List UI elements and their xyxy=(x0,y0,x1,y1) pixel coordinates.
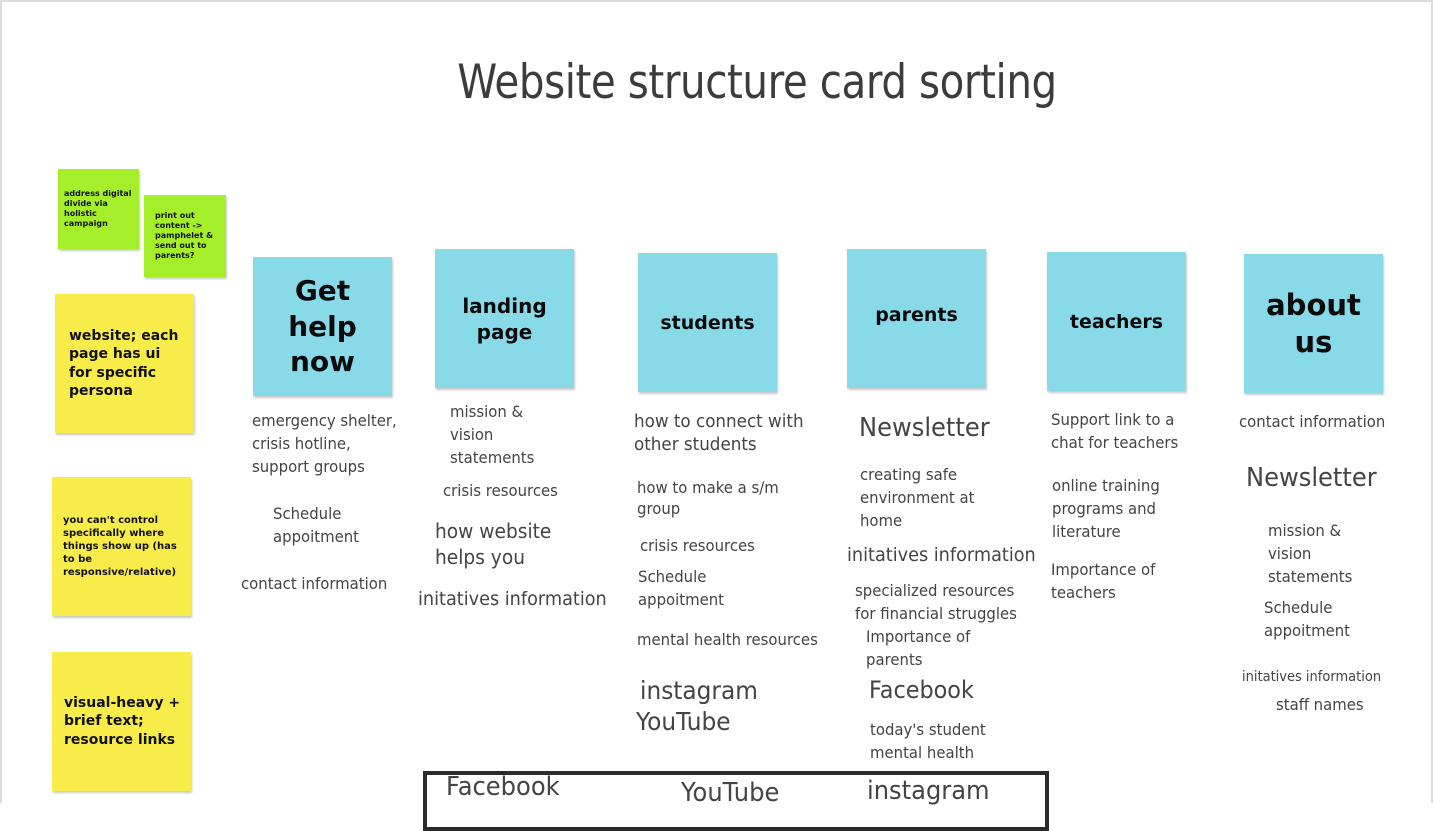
card-item[interactable]: instagram xyxy=(867,775,990,809)
note-yellow-persona[interactable]: website; each page has ui for specific p… xyxy=(55,294,194,433)
card-item[interactable]: mission & vision statements xyxy=(450,400,534,470)
note-green-print-out[interactable]: print out content -> pamphelet & send ou… xyxy=(144,195,226,277)
category-label: students xyxy=(660,311,755,334)
card-item[interactable]: Support link to a chat for teachers xyxy=(1051,408,1178,454)
category-label: about us xyxy=(1266,288,1361,359)
category-label: landing page xyxy=(462,293,547,344)
card-item[interactable]: crisis resources xyxy=(640,536,755,557)
card-item[interactable]: how to connect with other students xyxy=(634,410,804,457)
card-item[interactable]: today's student mental health xyxy=(870,718,986,764)
card-item[interactable]: creating safe environment at home xyxy=(860,463,974,533)
card-item[interactable]: Importance of parents xyxy=(866,625,970,671)
card-item[interactable]: how to make a s/m group xyxy=(637,478,779,520)
category-parents[interactable]: parents xyxy=(847,249,986,388)
category-teachers[interactable]: teachers xyxy=(1047,252,1186,391)
card-item[interactable]: Schedule appoitment xyxy=(1264,596,1350,642)
card-item[interactable]: contact information xyxy=(241,574,387,595)
card-item[interactable]: Facebook xyxy=(446,771,560,805)
card-item[interactable]: Newsletter xyxy=(859,412,990,446)
category-label: parents xyxy=(875,303,958,326)
card-item[interactable]: YouTube xyxy=(681,777,779,811)
card-item[interactable]: Schedule appoitment xyxy=(273,502,359,548)
category-label: Get help now xyxy=(288,273,357,379)
card-item[interactable]: Schedule appoitment xyxy=(638,565,724,611)
slide-canvas: Website structure card sorting address d… xyxy=(0,0,1433,831)
note-text: print out content -> pamphelet & send ou… xyxy=(155,211,214,260)
note-yellow-responsive[interactable]: you can't control specifically where thi… xyxy=(52,477,191,616)
card-item[interactable]: YouTube xyxy=(636,706,731,739)
card-item[interactable]: mental health resources xyxy=(637,630,818,651)
card-item[interactable]: specialized resources for financial stru… xyxy=(855,579,1017,625)
card-item[interactable]: how website helps you xyxy=(435,518,551,570)
category-landing-page[interactable]: landing page xyxy=(435,249,574,388)
card-item[interactable]: contact information xyxy=(1239,412,1385,433)
note-text: address digital divide via holistic camp… xyxy=(64,189,132,228)
note-green-digital-divide[interactable]: address digital divide via holistic camp… xyxy=(58,169,139,249)
card-item[interactable]: initatives information xyxy=(418,587,607,612)
note-yellow-visual-heavy[interactable]: visual-heavy + brief text; resource link… xyxy=(52,652,191,791)
category-label: teachers xyxy=(1069,310,1164,333)
note-text: website; each page has ui for specific p… xyxy=(69,328,179,399)
card-item[interactable]: staff names xyxy=(1276,695,1364,716)
card-item[interactable]: initatives information xyxy=(847,543,1036,568)
card-item[interactable]: Newsletter xyxy=(1246,462,1377,496)
card-item[interactable]: emergency shelter, crisis hotline, suppo… xyxy=(252,409,397,479)
card-item[interactable]: online training programs and literature xyxy=(1052,474,1160,544)
category-get-help-now[interactable]: Get help now xyxy=(253,257,392,396)
category-students[interactable]: students xyxy=(638,253,777,392)
card-item[interactable]: initatives information xyxy=(1242,668,1381,686)
card-item[interactable]: Importance of teachers xyxy=(1051,558,1155,604)
slide-title: Website structure card sorting xyxy=(457,55,1057,110)
card-item[interactable]: instagram xyxy=(640,675,758,708)
card-item[interactable]: crisis resources xyxy=(443,481,558,502)
note-text: visual-heavy + brief text; resource link… xyxy=(64,695,181,748)
card-item[interactable]: mission & vision statements xyxy=(1268,519,1352,589)
category-about-us[interactable]: about us xyxy=(1244,254,1383,393)
note-text: you can't control specifically where thi… xyxy=(63,515,177,578)
card-item[interactable]: Facebook xyxy=(869,675,974,706)
